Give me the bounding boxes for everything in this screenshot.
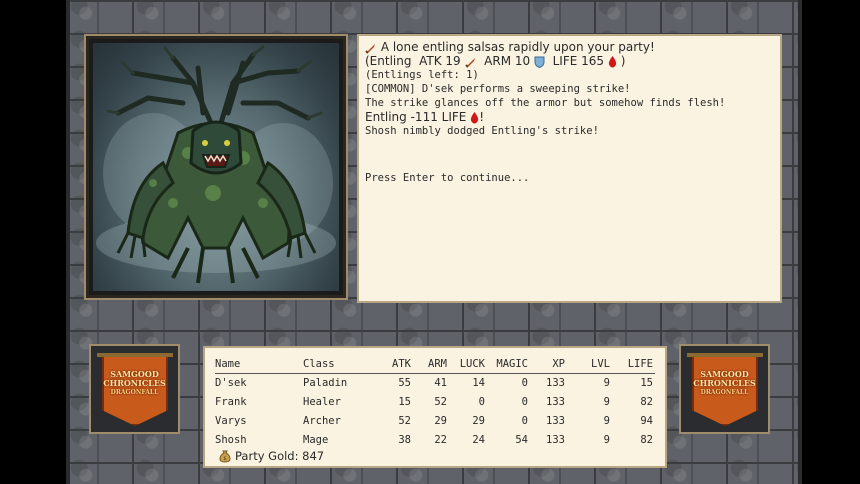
- member-atk: 15: [398, 396, 411, 408]
- member-arm: 22: [434, 434, 447, 446]
- header-luck: LUCK: [459, 358, 485, 370]
- damage-text: Entling -111 LIFE: [365, 110, 467, 124]
- header-magic: MAGIC: [496, 358, 528, 370]
- member-class: Mage: [303, 434, 329, 446]
- member-lvl: 9: [603, 377, 610, 389]
- member-magic: 0: [521, 396, 528, 408]
- blood-drop-icon: [608, 55, 617, 67]
- member-arm: 41: [434, 377, 447, 389]
- member-life: 15: [640, 377, 653, 389]
- member-luck: 24: [472, 434, 485, 446]
- game-logo-banner-right: SAMGOOD CHRONICLES DRAGONFALL: [679, 344, 770, 434]
- log-line-attack: [COMMON] D'sek performs a sweeping strik…: [365, 83, 631, 95]
- member-life: 94: [640, 415, 653, 427]
- member-arm: 52: [434, 396, 447, 408]
- party-table-header: Name Class ATK ARM LUCK MAGIC XP LVL LIF…: [205, 358, 665, 372]
- shield-icon: [534, 56, 545, 68]
- damage-suffix: !: [479, 110, 484, 124]
- banner-title-line2: CHRONICLES: [103, 378, 166, 388]
- header-divider: [215, 373, 655, 374]
- stats-atk: ATK 19: [419, 54, 461, 68]
- header-lvl: LVL: [591, 358, 610, 370]
- table-row: D'sek Paladin 55 41 14 0 133 9 15: [205, 377, 665, 391]
- stats-suffix: ): [620, 54, 626, 68]
- member-arm: 29: [434, 415, 447, 427]
- member-magic: 0: [521, 415, 528, 427]
- log-line-encounter: A lone entling salsas rapidly upon your …: [365, 40, 774, 54]
- member-xp: 133: [546, 415, 565, 427]
- member-lvl: 9: [603, 415, 610, 427]
- member-name: Frank: [215, 396, 247, 408]
- header-life: LIFE: [627, 358, 653, 370]
- battle-log-panel: A lone entling salsas rapidly upon your …: [357, 34, 782, 303]
- member-class: Healer: [303, 396, 341, 408]
- member-name: Varys: [215, 415, 247, 427]
- member-atk: 38: [398, 434, 411, 446]
- log-line-strike-result: The strike glances off the armor but som…: [365, 97, 726, 109]
- wall-edge-right: [798, 0, 802, 484]
- continue-prompt[interactable]: Press Enter to continue...: [365, 171, 774, 185]
- table-row: Shosh Mage 38 22 24 54 133 9 82: [205, 434, 665, 448]
- wall-edge-left: [66, 0, 70, 484]
- member-xp: 133: [546, 396, 565, 408]
- game-logo-banner-left: SAMGOOD CHRONICLES DRAGONFALL: [89, 344, 180, 434]
- header-arm: ARM: [428, 358, 447, 370]
- member-xp: 133: [546, 434, 565, 446]
- banner-subtitle: DRAGONFALL: [700, 389, 749, 396]
- member-lvl: 9: [603, 434, 610, 446]
- member-atk: 55: [398, 377, 411, 389]
- log-spacer: [365, 138, 774, 171]
- dagger-icon: [365, 43, 375, 54]
- header-name: Name: [215, 358, 241, 370]
- stats-arm: ARM 10: [484, 54, 531, 68]
- banner-rod: [687, 353, 763, 357]
- header-atk: ATK: [392, 358, 411, 370]
- member-atk: 52: [398, 415, 411, 427]
- member-life: 82: [640, 434, 653, 446]
- log-line-remaining: (Entlings left: 1): [365, 69, 479, 81]
- svg-text:$: $: [223, 456, 226, 462]
- stats-prefix: (Entling: [365, 54, 412, 68]
- banner-title-line2: CHRONICLES: [693, 378, 756, 388]
- member-xp: 133: [546, 377, 565, 389]
- member-class: Archer: [303, 415, 341, 427]
- blood-drop-icon: [471, 111, 479, 123]
- member-lvl: 9: [603, 396, 610, 408]
- member-luck: 14: [472, 377, 485, 389]
- header-class: Class: [303, 358, 335, 370]
- entling-monster-image: [96, 45, 336, 284]
- member-magic: 54: [515, 434, 528, 446]
- banner-rod: [97, 353, 173, 357]
- member-magic: 0: [521, 377, 528, 389]
- encounter-text: A lone entling salsas rapidly upon your …: [380, 40, 655, 54]
- gold-bag-icon: $: [219, 450, 231, 463]
- header-xp: XP: [552, 358, 565, 370]
- log-line-monster-stats: (Entling ATK 19 ARM 10 LIFE 165 ): [365, 54, 774, 68]
- banner-subtitle: DRAGONFALL: [110, 389, 159, 396]
- table-row: Varys Archer 52 29 29 0 133 9 94: [205, 415, 665, 429]
- member-life: 82: [640, 396, 653, 408]
- dagger-icon: [464, 57, 475, 68]
- monster-portrait-frame: [84, 34, 348, 300]
- member-class: Paladin: [303, 377, 348, 389]
- table-row: Frank Healer 15 52 0 0 133 9 82: [205, 396, 665, 410]
- stats-life: LIFE 165: [552, 54, 605, 68]
- party-stats-table: Name Class ATK ARM LUCK MAGIC XP LVL LIF…: [203, 346, 667, 468]
- log-line-damage: Entling -111 LIFE !: [365, 110, 774, 124]
- member-name: D'sek: [215, 377, 247, 389]
- party-gold: $ Party Gold: 847: [219, 449, 324, 463]
- banner-title: SAMGOOD CHRONICLES DRAGONFALL: [91, 370, 178, 397]
- party-gold-label: Party Gold: 847: [235, 449, 325, 463]
- monster-portrait: [93, 43, 339, 291]
- log-line-dodge: Shosh nimbly dodged Entling's strike!: [365, 125, 599, 137]
- member-luck: 29: [472, 415, 485, 427]
- member-name: Shosh: [215, 434, 247, 446]
- banner-title: SAMGOOD CHRONICLES DRAGONFALL: [681, 370, 768, 397]
- member-luck: 0: [478, 396, 485, 408]
